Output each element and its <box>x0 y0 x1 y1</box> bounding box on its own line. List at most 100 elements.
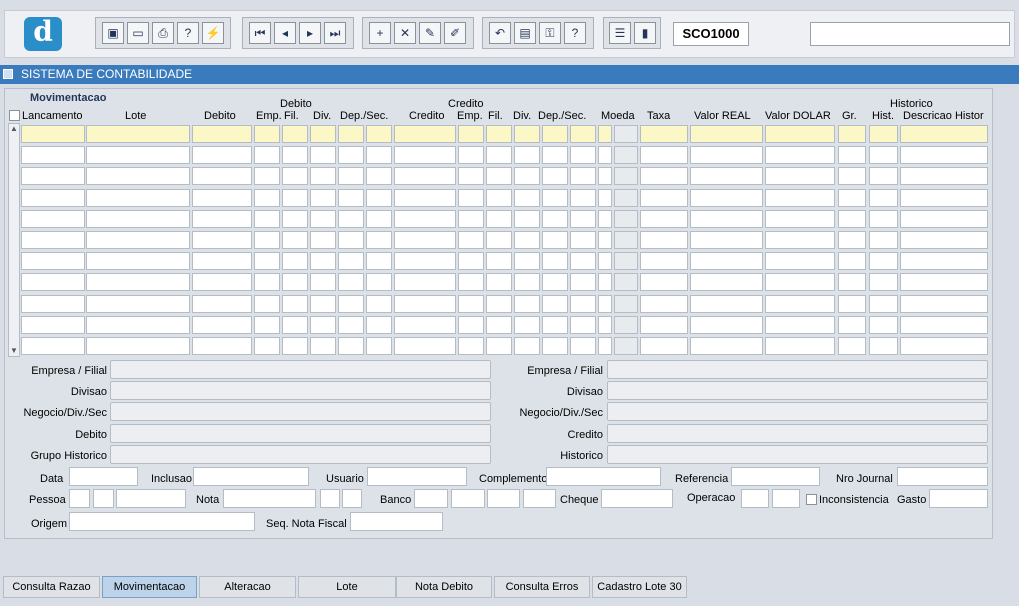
grid-cell[interactable] <box>690 231 763 249</box>
operacao-field[interactable] <box>741 489 769 508</box>
grid-cell[interactable] <box>486 189 512 207</box>
grid-cell[interactable] <box>542 167 568 185</box>
grid-cell[interactable] <box>514 167 540 185</box>
grid-cell[interactable] <box>598 252 612 270</box>
grid-cell[interactable] <box>366 125 392 143</box>
grid-cell[interactable] <box>486 231 512 249</box>
detail-left-field[interactable] <box>110 402 491 421</box>
grid-cell[interactable] <box>900 295 988 313</box>
cheque-field[interactable] <box>601 489 673 508</box>
grid-cell[interactable] <box>869 231 898 249</box>
grid-cell[interactable] <box>310 231 336 249</box>
grid-cell[interactable] <box>86 125 190 143</box>
grid-cell[interactable] <box>542 189 568 207</box>
conta-digit-field[interactable] <box>523 489 556 508</box>
seq-nota-fiscal-field[interactable] <box>350 512 443 531</box>
tab-alteracao[interactable]: Alteracao <box>199 576 296 598</box>
grid-cell[interactable] <box>254 273 280 291</box>
data-field[interactable] <box>69 467 138 486</box>
detail-right-field[interactable] <box>607 445 988 464</box>
tab-cadastro-lote-30[interactable]: Cadastro Lote 30 <box>592 576 687 598</box>
grid-cell[interactable] <box>514 189 540 207</box>
grid-cell[interactable] <box>310 316 336 334</box>
grid-cell[interactable] <box>366 252 392 270</box>
grid-cell[interactable] <box>598 337 612 355</box>
grid-cell[interactable] <box>869 210 898 228</box>
grid-cell[interactable] <box>486 252 512 270</box>
grid-cell[interactable] <box>869 167 898 185</box>
grid-cell[interactable] <box>614 125 638 143</box>
grid-cell[interactable] <box>282 210 308 228</box>
grid-cell[interactable] <box>254 252 280 270</box>
grid-cell[interactable] <box>869 316 898 334</box>
grid-cell[interactable] <box>542 316 568 334</box>
grid-cell[interactable] <box>900 189 988 207</box>
grid-cell[interactable] <box>640 295 688 313</box>
grid-cell[interactable] <box>486 210 512 228</box>
grid-cell[interactable] <box>542 125 568 143</box>
grid-cell[interactable] <box>486 316 512 334</box>
grid-cell[interactable] <box>254 167 280 185</box>
grid-cell[interactable] <box>86 295 190 313</box>
grid-cell[interactable] <box>514 295 540 313</box>
grid-cell[interactable] <box>869 146 898 164</box>
grid-cell[interactable] <box>21 295 85 313</box>
magic-wand-icon[interactable]: ⚡ <box>202 22 224 44</box>
grid-cell[interactable] <box>486 295 512 313</box>
grid-cell[interactable] <box>310 125 336 143</box>
exit-door-icon[interactable]: ▮ <box>634 22 656 44</box>
grid-cell[interactable] <box>338 210 364 228</box>
grid-cell[interactable] <box>765 337 835 355</box>
grid-cell[interactable] <box>338 337 364 355</box>
grid-cell[interactable] <box>838 210 866 228</box>
grid-cell[interactable] <box>192 146 252 164</box>
grid-cell[interactable] <box>366 189 392 207</box>
grid-cell[interactable] <box>458 252 484 270</box>
grid-cell[interactable] <box>640 167 688 185</box>
grid-cell[interactable] <box>366 337 392 355</box>
grid-cell[interactable] <box>869 252 898 270</box>
grid-cell[interactable] <box>542 210 568 228</box>
grid-cell[interactable] <box>690 337 763 355</box>
detail-left-field[interactable] <box>110 445 491 464</box>
grid-cell[interactable] <box>765 252 835 270</box>
grid-cell[interactable] <box>254 189 280 207</box>
nota-field[interactable] <box>223 489 316 508</box>
grid-cell[interactable] <box>86 273 190 291</box>
grid-cell[interactable] <box>21 252 85 270</box>
grid-cell[interactable] <box>366 273 392 291</box>
grid-cell[interactable] <box>310 210 336 228</box>
grid-cell[interactable] <box>640 337 688 355</box>
grid-cell[interactable] <box>394 295 456 313</box>
detail-right-field[interactable] <box>607 381 988 400</box>
pessoa-type-field[interactable] <box>69 489 90 508</box>
pessoa-subtype-field[interactable] <box>93 489 114 508</box>
grid-cell[interactable] <box>514 125 540 143</box>
grid-cell[interactable] <box>86 210 190 228</box>
grid-cell[interactable] <box>570 295 596 313</box>
grid-cell[interactable] <box>542 252 568 270</box>
tab-movimentacao[interactable]: Movimentacao <box>102 576 197 598</box>
grid-cell[interactable] <box>394 337 456 355</box>
grid-cell[interactable] <box>310 146 336 164</box>
grid-cell[interactable] <box>366 146 392 164</box>
grid-cell[interactable] <box>598 167 612 185</box>
grid-cell[interactable] <box>21 189 85 207</box>
grid-cell[interactable] <box>192 125 252 143</box>
grid-cell[interactable] <box>310 252 336 270</box>
grid-cell[interactable] <box>570 316 596 334</box>
grid-cell[interactable] <box>21 231 85 249</box>
grid-cell[interactable] <box>458 316 484 334</box>
grid-cell[interactable] <box>282 295 308 313</box>
grid-cell[interactable] <box>21 210 85 228</box>
grid-cell[interactable] <box>192 316 252 334</box>
grid-cell[interactable] <box>614 231 638 249</box>
scroll-down-icon[interactable]: ▼ <box>10 347 18 355</box>
complemento-field[interactable] <box>546 467 661 486</box>
grid-cell[interactable] <box>690 273 763 291</box>
grid-cell[interactable] <box>765 189 835 207</box>
grid-cell[interactable] <box>640 231 688 249</box>
referencia-field[interactable] <box>731 467 820 486</box>
grid-cell[interactable] <box>282 252 308 270</box>
grid-cell[interactable] <box>765 273 835 291</box>
